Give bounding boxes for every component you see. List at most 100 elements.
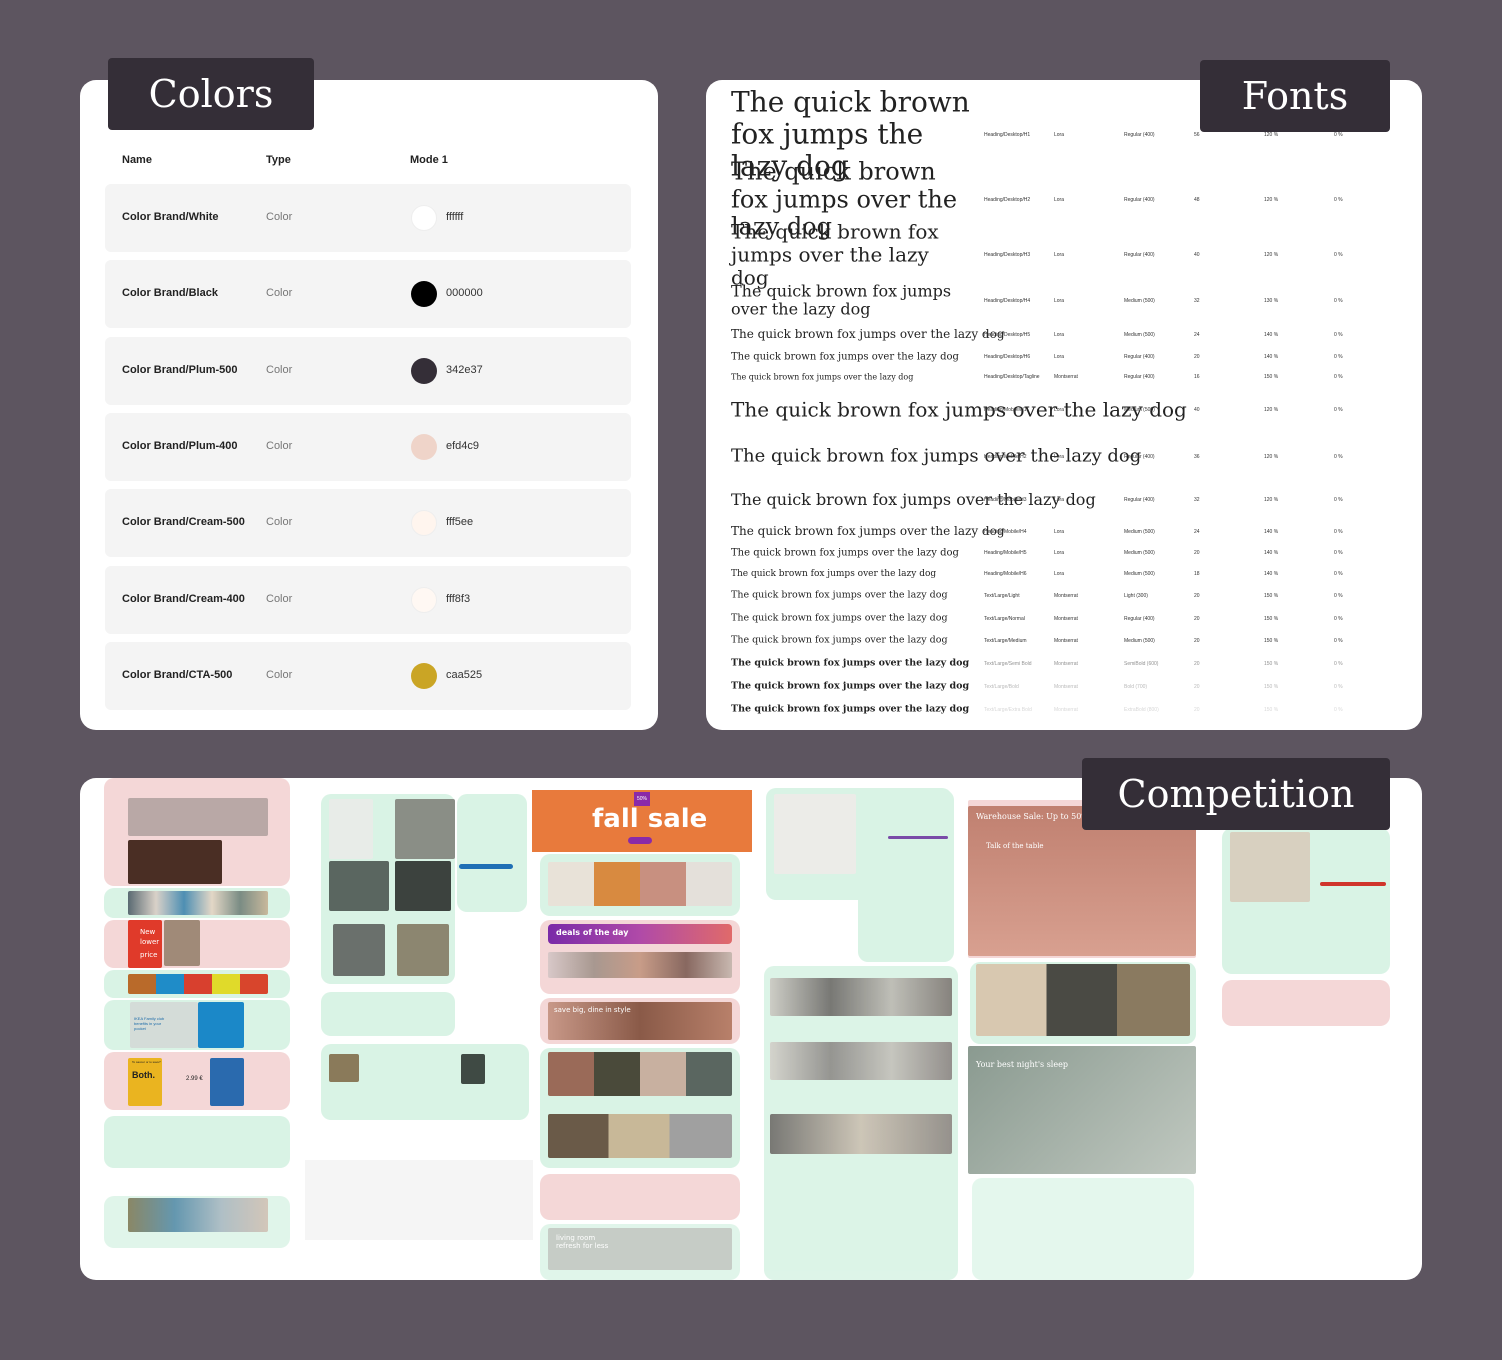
font-line-height: 120 % — [1264, 407, 1279, 413]
font-family: Lora — [1054, 571, 1065, 577]
font-style: Heading/Desktop/H4 — [984, 298, 1031, 304]
color-name: Color Brand/White — [122, 211, 219, 223]
font-style: Text/Large/Semi Bold — [984, 661, 1032, 667]
font-line-height: 150 % — [1264, 707, 1279, 713]
competitor-block — [540, 1048, 740, 1168]
font-weight: Regular (400) — [1124, 374, 1155, 380]
color-name: Color Brand/CTA-500 — [122, 668, 233, 681]
competitor-block — [972, 1178, 1194, 1280]
color-row: Color Brand/Plum-500 Color 342e37 — [105, 336, 631, 405]
font-weight: Medium (500) — [1124, 332, 1155, 338]
fall-sale-text: fall sale — [592, 804, 708, 834]
font-line-height: 120 % — [1264, 252, 1279, 258]
font-size: 32 — [1194, 497, 1200, 503]
font-size: 20 — [1194, 661, 1200, 667]
color-swatch — [411, 281, 437, 308]
competitor-block — [104, 888, 290, 918]
deals-block: deals of the day — [540, 920, 740, 994]
color-swatch — [411, 357, 437, 384]
font-sample: The quick brown fox jumps over the lazy … — [731, 372, 914, 382]
font-family: Lora — [1054, 454, 1065, 460]
font-line-height: 130 % — [1264, 298, 1279, 304]
competitor-hero-block — [104, 778, 290, 886]
header-name: Name — [122, 154, 152, 166]
font-weight: Medium (500) — [1124, 571, 1155, 577]
color-hex: 000000 — [446, 287, 483, 300]
color-name: Color Brand/Cream-500 — [122, 516, 245, 529]
font-style: Text/Large/Light — [984, 593, 1020, 599]
font-sample: The quick brown fox jumps over the lazy … — [731, 568, 937, 579]
font-size: 20 — [1194, 707, 1200, 713]
font-family: Lora — [1054, 332, 1065, 338]
font-sample: The quick brown fox jumps over the lazy … — [731, 445, 1142, 467]
font-spacing: 0 % — [1334, 354, 1343, 360]
font-weight: SemiBold (600) — [1124, 661, 1159, 667]
price-banner-text: price — [140, 951, 158, 959]
font-style: Text/Large/Normal — [984, 616, 1025, 622]
font-style: Text/Large/Extra Bold — [984, 707, 1032, 713]
font-style: Heading/Mobile/H4 — [984, 529, 1027, 535]
font-family: Montserrat — [1054, 616, 1078, 622]
font-size: 24 — [1194, 332, 1200, 338]
font-size: 20 — [1194, 638, 1200, 644]
font-size: 20 — [1194, 354, 1200, 360]
font-line-height: 150 % — [1264, 616, 1279, 622]
font-spacing: 0 % — [1334, 374, 1343, 380]
font-family: Lora — [1054, 298, 1065, 304]
competitor-block — [1222, 828, 1390, 974]
font-size: 20 — [1194, 593, 1200, 599]
color-type: Color — [266, 592, 293, 605]
color-type: Color — [266, 668, 293, 681]
shop-now-button[interactable] — [628, 837, 652, 844]
font-sample: The quick brown fox jumps over the lazy … — [731, 327, 1005, 342]
lower-banner-text: lower — [140, 938, 160, 946]
competition-title: Competition — [1082, 758, 1390, 830]
font-sample: The quick brown fox jumps over the lazy … — [731, 547, 959, 559]
font-spacing: 0 % — [1334, 707, 1343, 713]
font-weight: Medium (500) — [1124, 407, 1155, 413]
font-sample: The quick brown fox jumps over the lazy … — [731, 680, 970, 692]
color-row: Color Brand/CTA-500 Color caa525 — [105, 641, 631, 710]
font-line-height: 120 % — [1264, 497, 1279, 503]
competitor-block — [104, 1116, 290, 1168]
color-row: Color Brand/Cream-500 Color fff5ee — [105, 489, 631, 558]
competitor-block: New lower price — [104, 920, 290, 968]
font-size: 20 — [1194, 550, 1200, 556]
color-name: Color Brand/Plum-400 — [122, 439, 238, 452]
both-question: To savour or to save? — [132, 1060, 161, 1064]
color-hex: ffffff — [446, 211, 464, 223]
font-sample: The quick brown fox jumps over the lazy … — [731, 397, 1187, 422]
font-sample: The quick brown fox jumps over the lazy … — [731, 589, 948, 601]
font-style: Heading/Desktop/H2 — [984, 197, 1031, 203]
font-family: Lora — [1054, 132, 1065, 138]
header-type: Type — [266, 154, 291, 166]
colors-panel: Name Type Mode 1 Color Brand/White Color… — [80, 80, 658, 730]
table-text: Talk of the table — [986, 842, 1044, 850]
color-swatch — [411, 586, 437, 613]
font-family: Lora — [1054, 197, 1065, 203]
color-swatch — [411, 510, 437, 537]
font-size: 32 — [1194, 298, 1200, 304]
color-swatch — [411, 433, 437, 460]
product-details-block — [457, 794, 527, 912]
font-weight: Regular (400) — [1124, 252, 1155, 258]
both-text: Both. — [132, 1070, 155, 1080]
font-weight: Regular (400) — [1124, 497, 1155, 503]
font-line-height: 150 % — [1264, 684, 1279, 690]
font-sample: The quick brown fox jumps over the lazy … — [731, 351, 959, 363]
font-line-height: 120 % — [1264, 454, 1279, 460]
font-line-height: 140 % — [1264, 529, 1279, 535]
font-line-height: 150 % — [1264, 593, 1279, 599]
font-style: Text/Large/Bold — [984, 684, 1019, 690]
font-weight: Medium (500) — [1124, 298, 1155, 304]
product-details-block — [858, 790, 954, 962]
color-hex: 342e37 — [446, 363, 483, 376]
font-family: Lora — [1054, 252, 1065, 258]
font-weight: Medium (500) — [1124, 529, 1155, 535]
font-line-height: 120 % — [1264, 132, 1279, 138]
font-weight: Medium (500) — [1124, 638, 1155, 644]
font-style: Heading/Desktop/H6 — [984, 354, 1031, 360]
font-style: Heading/Mobile/H5 — [984, 550, 1027, 556]
color-type: Color — [266, 211, 293, 223]
deals-text: deals of the day — [556, 928, 629, 937]
